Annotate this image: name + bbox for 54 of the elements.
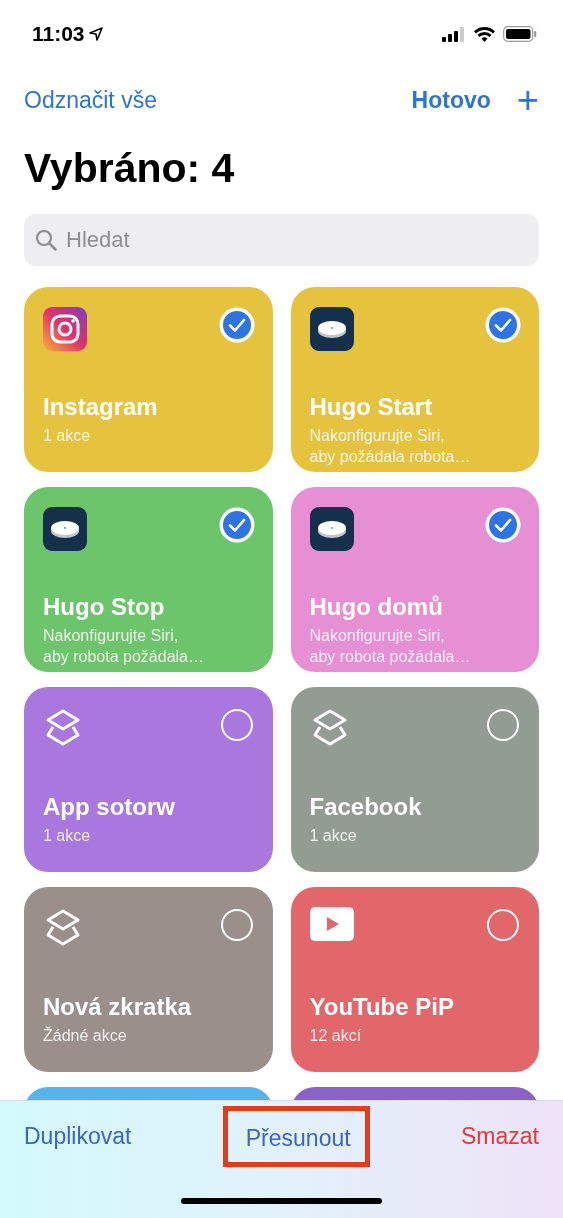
checkmark-icon	[494, 318, 512, 332]
camera-app-icon	[43, 307, 87, 351]
shortcut-title: App sotorw	[43, 793, 176, 821]
search-field[interactable]: Hledat	[24, 214, 539, 266]
toolbar-button[interactable]: Smazat	[461, 1122, 539, 1150]
robot-vacuum-icon	[309, 507, 354, 551]
toolbar-button[interactable]: Duplikovat	[24, 1122, 132, 1150]
page-title: Vybráno: 4	[24, 144, 236, 193]
robot-vacuum-icon	[43, 507, 87, 551]
shortcut-card[interactable]: Hugo Stop Nakonfigurujte Siri, aby robota požádala…	[24, 487, 273, 672]
play-icon	[309, 907, 354, 941]
shortcut-card[interactable]: Facebook 1 akce	[290, 687, 539, 872]
shortcut-subtitle: Žádné akce	[43, 1025, 128, 1046]
shortcut-subtitle: 1 akce	[43, 826, 92, 846]
shortcut-title: Hugo domů	[309, 593, 444, 621]
shortcut-card[interactable]: Instagram 1 akce	[24, 287, 273, 472]
shortcut-title: Hugo Start	[309, 393, 434, 421]
selection-checkbox[interactable]	[487, 309, 519, 341]
shortcut-card[interactable]: YouTube PiP 12 akcí	[290, 887, 539, 1072]
deselect-all-link[interactable]: Odznačit vše	[24, 86, 157, 114]
shortcut-title: Nová zkratka	[43, 993, 193, 1021]
toolbar-button[interactable]: Přesunout	[222, 1105, 370, 1167]
selection-checkbox[interactable]	[220, 909, 253, 941]
shortcut-subtitle: 1 akce	[43, 426, 92, 446]
wifi-icon	[474, 26, 495, 42]
shortcut-subtitle: Nakonfigurujte Siri, aby robota požádala…	[43, 626, 205, 667]
shortcut-subtitle: Nakonfigurujte Siri, aby požádala robota…	[309, 426, 472, 467]
shortcut-card[interactable]: Nová zkratka Žádné akce	[24, 887, 273, 1072]
shortcut-subtitle: 1 akce	[309, 826, 358, 846]
shortcut-card[interactable]: App sotorw 1 akce	[24, 687, 273, 872]
shortcut-title: Hugo Stop	[43, 593, 166, 621]
shortcut-title: YouTube PiP	[309, 993, 455, 1021]
shortcut-title: Facebook	[309, 793, 423, 821]
checkmark-icon	[227, 518, 246, 532]
shortcut-card[interactable]: Hugo Start Nakonfigurujte Siri, aby požádala robota…	[290, 287, 539, 472]
robot-vacuum-icon	[309, 307, 354, 351]
done-link[interactable]: Hotovo	[411, 86, 491, 114]
selection-checkbox[interactable]	[487, 709, 519, 741]
shortcut-card[interactable]: Hugo domů Nakonfigurujte Siri, aby robota požádala…	[290, 487, 539, 672]
selection-checkbox[interactable]	[220, 509, 253, 541]
selection-checkbox[interactable]	[487, 909, 519, 941]
shortcut-subtitle: 12 akcí	[309, 1026, 363, 1046]
signal-icon	[442, 26, 466, 42]
clock-time: 11:03	[32, 22, 85, 46]
add-button[interactable]: +	[516, 81, 539, 119]
selection-checkbox[interactable]	[220, 309, 253, 341]
checkmark-icon	[227, 318, 246, 332]
shortcut-title: Instagram	[43, 393, 159, 421]
selection-checkbox[interactable]	[487, 509, 519, 541]
checkmark-icon	[494, 518, 512, 532]
location-arrow-icon	[88, 27, 103, 41]
shortcut-subtitle: Nakonfigurujte Siri, aby robota požádala…	[309, 626, 472, 667]
battery-icon	[503, 26, 537, 42]
selection-checkbox[interactable]	[220, 709, 253, 741]
